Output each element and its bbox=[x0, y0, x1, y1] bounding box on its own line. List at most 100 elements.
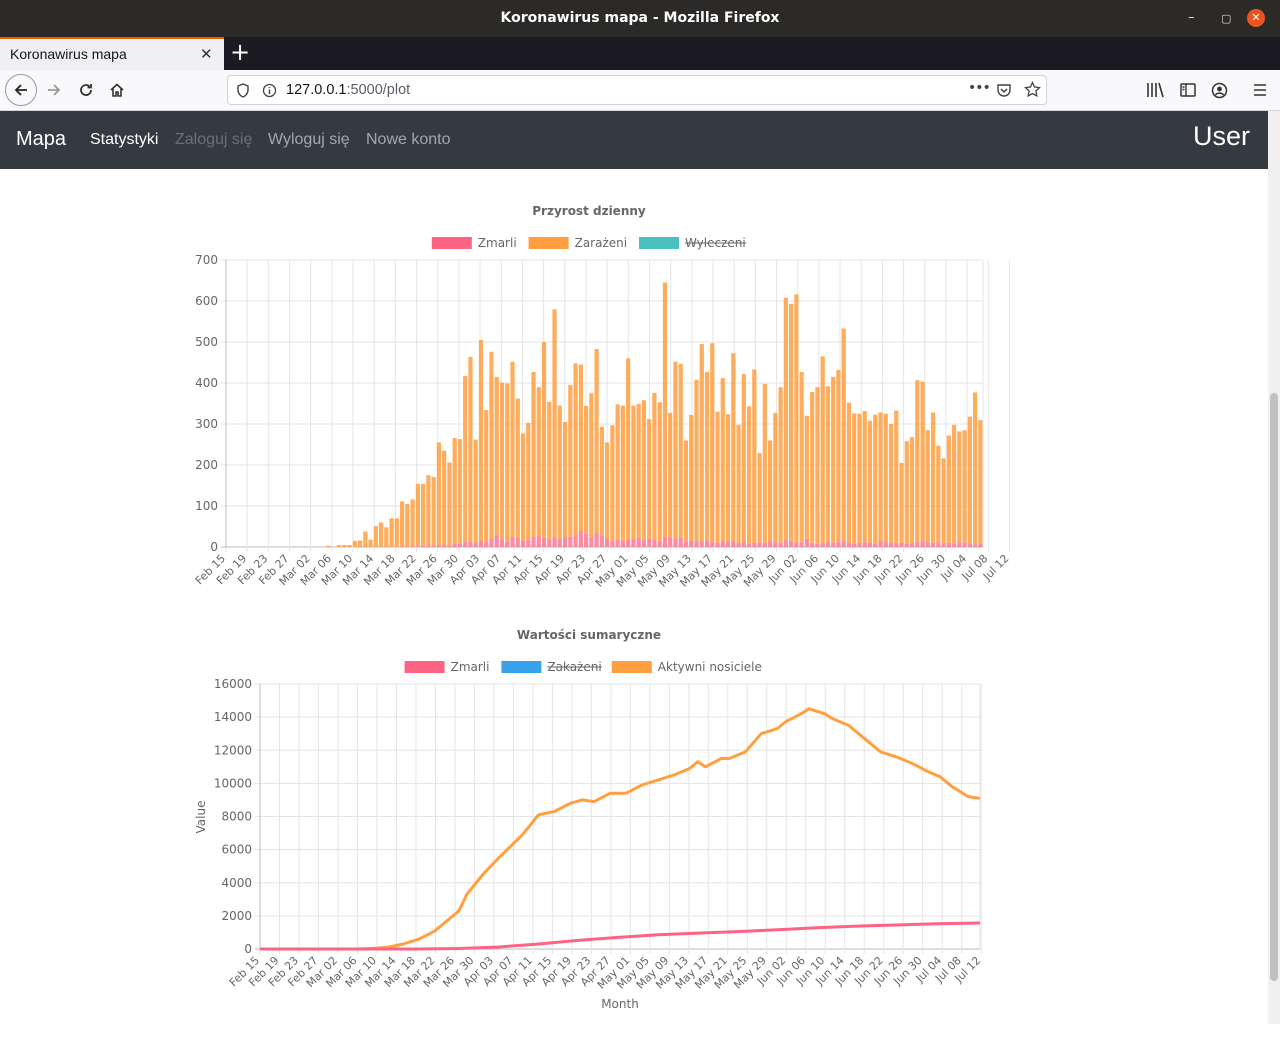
bar-zmarli bbox=[458, 544, 462, 547]
nav-nowe-konto[interactable]: Nowe konto bbox=[366, 131, 451, 149]
bar-zarazeni bbox=[537, 387, 541, 535]
library-icon[interactable] bbox=[1146, 82, 1164, 98]
bar-zmarli bbox=[694, 541, 698, 547]
new-tab-button[interactable]: + bbox=[230, 38, 250, 66]
bar-zarazeni bbox=[663, 283, 667, 537]
legend-label: Aktywni nosiciele bbox=[658, 660, 762, 674]
bar-zarazeni bbox=[552, 309, 556, 537]
bar-zarazeni bbox=[442, 451, 446, 545]
bar-zarazeni bbox=[910, 437, 914, 543]
bar-zarazeni bbox=[363, 531, 367, 547]
bar-zmarli bbox=[453, 544, 457, 547]
bar-zmarli bbox=[842, 541, 846, 547]
bar-zmarli bbox=[552, 537, 556, 547]
bar-zarazeni bbox=[768, 440, 772, 540]
forward-button[interactable] bbox=[40, 76, 68, 104]
bar-zarazeni bbox=[899, 463, 903, 543]
bar-zarazeni bbox=[342, 545, 346, 547]
bar-zmarli bbox=[884, 542, 888, 547]
bookmark-star-icon[interactable] bbox=[1024, 81, 1041, 98]
home-button[interactable] bbox=[103, 76, 131, 104]
legend-swatch-zmarli bbox=[405, 661, 445, 673]
bar-zmarli bbox=[952, 544, 956, 547]
bar-zarazeni bbox=[489, 352, 493, 539]
y-tick-label: 10000 bbox=[214, 776, 252, 790]
bar-zarazeni bbox=[600, 427, 604, 536]
minimize-button[interactable]: – bbox=[1188, 10, 1195, 25]
bar-zarazeni bbox=[642, 400, 646, 539]
bar-zmarli bbox=[684, 542, 688, 547]
bar-zarazeni bbox=[426, 475, 430, 546]
reload-button[interactable] bbox=[72, 76, 100, 104]
bar-zarazeni bbox=[616, 404, 620, 539]
bar-zmarli bbox=[437, 545, 441, 547]
bar-zarazeni bbox=[694, 380, 698, 541]
bar-zmarli bbox=[773, 542, 777, 547]
page-actions-icon[interactable]: ••• bbox=[968, 80, 990, 96]
bar-zarazeni bbox=[595, 349, 599, 533]
y-tick-label: 4000 bbox=[221, 876, 252, 890]
bar-zarazeni bbox=[721, 378, 725, 541]
bar-zmarli bbox=[605, 539, 609, 547]
close-window-button[interactable]: ✕ bbox=[1247, 9, 1265, 27]
browser-navbar: 127.0.0.1:5000/plot ••• bbox=[0, 70, 1280, 111]
chart-title: Wartości sumaryczne bbox=[517, 628, 661, 642]
nav-wyloguj[interactable]: Wyloguj się bbox=[268, 131, 350, 149]
bar-zmarli bbox=[857, 543, 861, 547]
tab-koronawirus-mapa[interactable]: Koronawirus mapa ✕ bbox=[0, 37, 224, 70]
bar-zmarli bbox=[589, 537, 593, 547]
daily-growth-chart: Przyrost dziennyZmarliZarażeniWyleczeni0… bbox=[0, 175, 1268, 615]
bar-zarazeni bbox=[495, 377, 499, 535]
y-tick-label: 0 bbox=[244, 942, 252, 956]
bar-zarazeni bbox=[474, 440, 478, 543]
y-tick-label: 200 bbox=[195, 458, 218, 472]
bar-zmarli bbox=[962, 543, 966, 547]
bar-zmarli bbox=[779, 543, 783, 547]
bar-zarazeni bbox=[941, 458, 945, 543]
menu-icon[interactable] bbox=[1253, 83, 1267, 97]
account-icon[interactable] bbox=[1211, 82, 1228, 99]
url-bar[interactable]: 127.0.0.1:5000/plot ••• bbox=[227, 75, 1047, 105]
bar-zmarli bbox=[878, 541, 882, 547]
bar-zarazeni bbox=[894, 410, 898, 543]
bar-zarazeni bbox=[779, 387, 783, 543]
bar-zarazeni bbox=[679, 364, 683, 538]
bar-zarazeni bbox=[884, 414, 888, 542]
page-scrollbar-thumb[interactable] bbox=[1270, 393, 1278, 981]
bar-zarazeni bbox=[584, 406, 588, 534]
nav-zaloguj[interactable]: Zaloguj się bbox=[175, 131, 252, 149]
legend-label: Zmarli bbox=[451, 660, 490, 674]
bar-zmarli bbox=[426, 546, 430, 547]
bar-zarazeni bbox=[821, 356, 825, 543]
bar-zmarli bbox=[568, 537, 572, 547]
bar-zarazeni bbox=[936, 446, 940, 542]
bar-zmarli bbox=[784, 540, 788, 547]
back-button[interactable] bbox=[5, 74, 37, 106]
pocket-icon[interactable] bbox=[996, 82, 1012, 98]
bar-zarazeni bbox=[947, 435, 951, 542]
bar-zmarli bbox=[510, 537, 514, 547]
legend-swatch-zarażeni bbox=[529, 237, 569, 249]
bar-zmarli bbox=[531, 537, 535, 547]
bar-zmarli bbox=[416, 546, 420, 547]
bar-zarazeni bbox=[789, 304, 793, 541]
bar-zarazeni bbox=[705, 372, 709, 541]
bar-zarazeni bbox=[973, 392, 977, 544]
brand-link[interactable]: Mapa bbox=[16, 128, 66, 151]
bar-zarazeni bbox=[411, 499, 415, 546]
bar-zmarli bbox=[616, 540, 620, 547]
bar-zarazeni bbox=[673, 362, 677, 539]
bar-zarazeni bbox=[868, 421, 872, 543]
bar-zmarli bbox=[573, 535, 577, 547]
bar-zarazeni bbox=[479, 340, 483, 541]
y-tick-label: 0 bbox=[210, 540, 218, 554]
maximize-button[interactable]: ▢ bbox=[1221, 12, 1231, 25]
sidebar-icon[interactable] bbox=[1180, 82, 1196, 98]
bar-zmarli bbox=[810, 543, 814, 547]
bar-zarazeni bbox=[878, 413, 882, 541]
tab-close-icon[interactable]: ✕ bbox=[200, 45, 213, 63]
bar-zarazeni bbox=[736, 425, 740, 543]
nav-statystyki[interactable]: Statystyki bbox=[90, 131, 158, 149]
bar-zmarli bbox=[794, 543, 798, 547]
bar-zarazeni bbox=[647, 419, 651, 539]
